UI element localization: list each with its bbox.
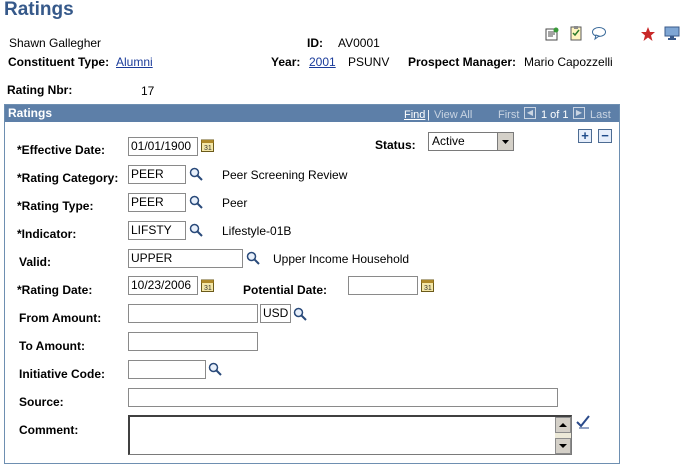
id-label: ID: — [307, 36, 323, 50]
potential-date-label: Potential Date: — [243, 283, 328, 297]
rating-date-label: *Rating Date: — [17, 283, 93, 297]
spellcheck-icon[interactable] — [575, 414, 591, 430]
rating-type-label: *Rating Type: — [17, 199, 94, 213]
rating-category-field[interactable]: PEER — [128, 165, 186, 184]
currency-field[interactable]: USD — [260, 304, 291, 323]
lookup-icon[interactable] — [189, 195, 203, 209]
lookup-icon[interactable] — [208, 362, 222, 376]
potential-date-field[interactable] — [348, 276, 418, 295]
effective-date-label: *Effective Date: — [17, 143, 106, 157]
id-value: AV0001 — [338, 36, 380, 50]
next-arrow-icon[interactable]: ▶ — [573, 107, 585, 119]
status-label: Status: — [375, 138, 416, 152]
rating-nbr-label: Rating Nbr: — [7, 83, 73, 97]
status-select[interactable]: Active — [428, 132, 514, 151]
constituent-name: Shawn Gallegher — [9, 36, 102, 50]
lookup-icon[interactable] — [246, 251, 260, 265]
last-link[interactable]: Last — [590, 108, 611, 122]
lookup-icon[interactable] — [189, 167, 203, 181]
comment-textarea[interactable] — [128, 415, 572, 455]
dropdown-arrow-icon[interactable] — [497, 133, 513, 150]
from-amount-label: From Amount: — [19, 311, 102, 325]
scroll-up-icon[interactable] — [555, 417, 571, 433]
svg-text:31: 31 — [204, 145, 212, 152]
previous-arrow-icon[interactable]: ◀ — [524, 107, 536, 119]
favorite-star-icon[interactable] — [640, 26, 656, 42]
constituent-type-label: Constituent Type: — [8, 55, 110, 69]
indicator-description: Lifestyle-01B — [222, 224, 292, 238]
year-link[interactable]: 2001 — [309, 55, 336, 69]
calendar-icon[interactable]: 31 — [201, 278, 214, 292]
lookup-icon[interactable] — [189, 223, 203, 237]
prospect-manager-label: Prospect Manager: — [408, 55, 517, 69]
add-row-button[interactable]: + — [578, 129, 592, 143]
first-link[interactable]: First — [498, 108, 519, 122]
notes-icon[interactable] — [544, 26, 560, 42]
scroll-down-icon[interactable] — [555, 438, 571, 454]
from-amount-field[interactable] — [128, 304, 258, 323]
indicator-field[interactable]: LIFSTY — [128, 221, 186, 240]
valid-label: Valid: — [19, 255, 52, 269]
monitor-icon[interactable] — [664, 25, 680, 41]
year-label: Year: — [271, 55, 301, 69]
svg-text:31: 31 — [204, 285, 212, 292]
view-all-link[interactable]: View All — [434, 108, 472, 122]
calendar-icon[interactable]: 31 — [421, 278, 434, 292]
to-amount-field[interactable] — [128, 332, 258, 351]
rating-category-description: Peer Screening Review — [222, 168, 348, 182]
source-field[interactable] — [128, 388, 558, 407]
rating-nbr-value: 17 — [141, 84, 155, 98]
rating-type-description: Peer — [222, 196, 248, 210]
nav-separator: | — [427, 109, 430, 121]
svg-text:31: 31 — [424, 285, 432, 292]
valid-description: Upper Income Household — [273, 252, 410, 266]
status-selected-value: Active — [432, 134, 465, 148]
comment-icon[interactable] — [591, 25, 607, 41]
checklist-icon[interactable] — [568, 25, 584, 41]
find-link[interactable]: Find — [404, 108, 425, 122]
page-indicator: 1 of 1 — [541, 109, 569, 121]
rating-date-field[interactable]: 10/23/2006 — [128, 276, 198, 295]
calendar-icon[interactable]: 31 — [201, 138, 214, 152]
comment-label: Comment: — [19, 423, 79, 437]
constituent-type-link[interactable]: Alumni — [116, 55, 153, 69]
rating-category-label: *Rating Category: — [17, 171, 119, 185]
indicator-label: *Indicator: — [17, 227, 77, 241]
delete-row-button[interactable]: − — [598, 129, 612, 143]
prospect-manager-value: Mario Capozzelli — [524, 55, 613, 69]
year-code: PSUNV — [348, 55, 390, 69]
initiative-code-field[interactable] — [128, 360, 206, 379]
lookup-icon[interactable] — [293, 307, 307, 321]
effective-date-field[interactable]: 01/01/1900 — [128, 137, 198, 156]
initiative-code-label: Initiative Code: — [19, 367, 106, 381]
to-amount-label: To Amount: — [19, 339, 85, 353]
rating-type-field[interactable]: PEER — [128, 193, 186, 212]
page-title: Ratings — [4, 0, 74, 20]
comment-scrollbar[interactable] — [555, 417, 571, 454]
valid-field[interactable]: UPPER — [128, 249, 243, 268]
source-label: Source: — [19, 395, 64, 409]
